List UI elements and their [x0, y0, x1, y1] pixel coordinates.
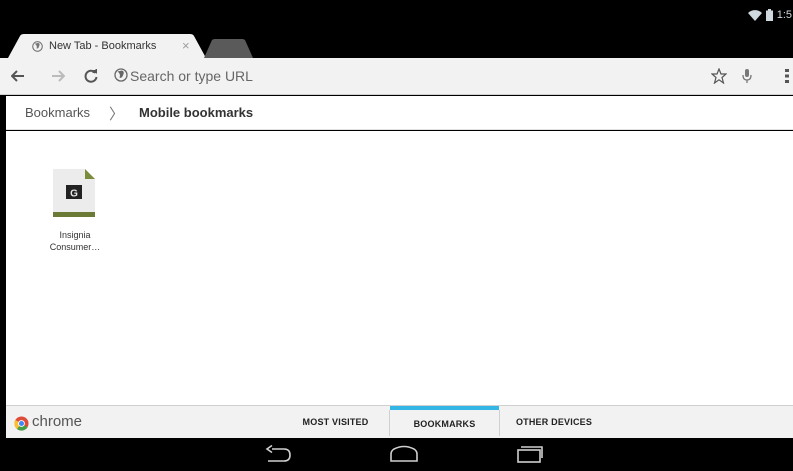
star-icon [711, 68, 727, 84]
favicon-letter: G [70, 189, 78, 200]
tab-close-icon[interactable]: × [182, 38, 190, 53]
microphone-icon [742, 69, 752, 83]
overflow-menu-icon [785, 69, 789, 83]
back-nav-icon[interactable] [264, 445, 292, 463]
status-icons: 1:5 [747, 8, 793, 22]
breadcrumb-current: Mobile bookmarks [139, 105, 254, 120]
bookmark-title: Insignia Consumer… [49, 230, 101, 252]
breadcrumb: Bookmarks 〉 Mobile bookmarks [6, 96, 793, 130]
wifi-icon [747, 9, 762, 21]
home-nav-icon[interactable] [389, 445, 419, 463]
toolbar [0, 58, 793, 95]
bookmarks-grid: G Insignia Consumer… [6, 131, 793, 405]
tab-bookmarks[interactable]: BOOKMARKS [390, 406, 499, 438]
tab-other-devices[interactable]: OTHER DEVICES [500, 406, 608, 438]
status-time: 1:5 [776, 9, 792, 21]
tab-most-visited[interactable]: MOST VISITED [282, 406, 389, 438]
breadcrumb-separator-icon: 〉 [109, 106, 125, 123]
voice-search-button[interactable] [737, 66, 757, 86]
ntp-bottom-bar: chrome MOST VISITED BOOKMARKS OTHER DEVI… [6, 405, 793, 438]
back-button[interactable] [8, 66, 28, 86]
tab-title: New Tab - Bookmarks [49, 40, 157, 52]
bookmark-item[interactable]: G Insignia Consumer… [46, 169, 104, 259]
forward-arrow-icon [52, 70, 65, 82]
battery-icon [765, 9, 773, 21]
chrome-logo-icon [14, 416, 29, 431]
globe-icon [114, 68, 128, 82]
new-tab-button[interactable] [204, 39, 254, 58]
recent-apps-nav-icon[interactable] [516, 445, 544, 463]
tab-strip: New Tab - Bookmarks × [0, 30, 793, 58]
search-input[interactable] [130, 64, 610, 88]
system-nav-bar [0, 438, 793, 471]
breadcrumb-bookmarks-link[interactable]: Bookmarks [25, 105, 90, 120]
chrome-brand-label: chrome [32, 413, 83, 430]
reload-button[interactable] [81, 66, 101, 86]
bookmark-star-button[interactable] [709, 66, 729, 86]
tab-new-tab-bookmarks[interactable]: New Tab - Bookmarks × [8, 34, 208, 58]
bookmark-page-icon: G [53, 169, 95, 217]
reload-icon [84, 69, 98, 83]
status-bar: 1:5 [0, 0, 793, 30]
forward-button[interactable] [48, 66, 68, 86]
omnibox[interactable] [110, 64, 630, 88]
menu-button[interactable] [777, 66, 793, 86]
globe-icon [32, 41, 43, 52]
back-arrow-icon [11, 70, 24, 82]
